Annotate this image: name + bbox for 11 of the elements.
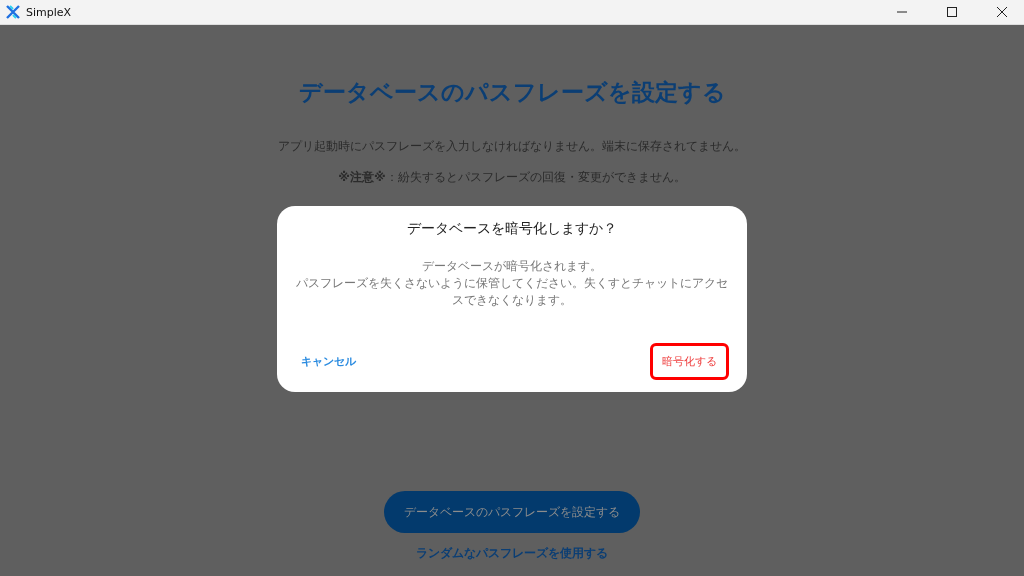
dialog-title: データベースを暗号化しますか？	[407, 220, 617, 238]
dialog-message: パスフレーズを失くさないように保管してください。失くすとチャットにアクセスできなくなります。	[295, 275, 729, 309]
close-icon[interactable]	[996, 6, 1008, 18]
window-title: SimpleX	[26, 5, 72, 19]
dialog-message: データベースが暗号化されます。	[421, 258, 603, 275]
page-title: データベースのパスフレーズを設定する	[298, 78, 726, 107]
encrypt-button[interactable]: 暗号化する	[650, 343, 729, 380]
cancel-button[interactable]: キャンセル	[295, 353, 362, 370]
set-passphrase-button[interactable]: データベースのパスフレーズを設定する	[384, 491, 640, 533]
app-logo-icon	[6, 5, 20, 19]
maximize-icon[interactable]	[946, 6, 958, 18]
